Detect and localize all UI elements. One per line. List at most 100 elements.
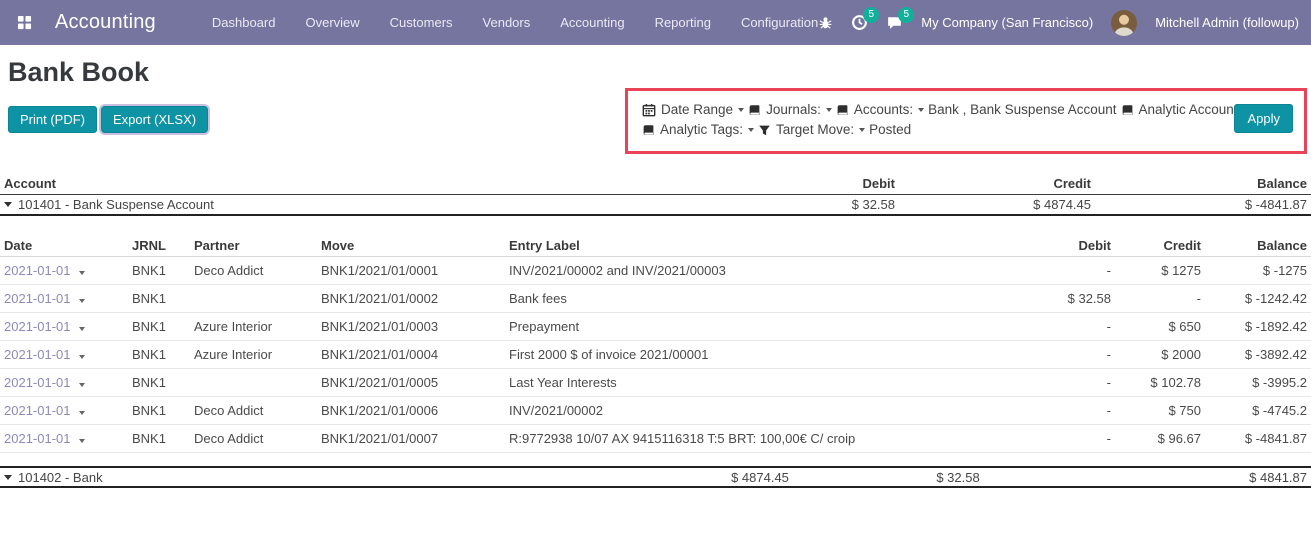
entry-label-cell: INV/2021/00002 <box>509 403 990 418</box>
account-balance: $ -4841.87 <box>1091 197 1307 212</box>
account-debit: $ 4874.45 <box>695 470 895 485</box>
account-summary-row-101401[interactable]: 101401 - Bank Suspense Account $ 32.58 $… <box>0 195 1311 216</box>
filter-target-move[interactable]: Target Move: Posted <box>758 120 911 140</box>
caret-down-icon[interactable] <box>79 299 85 303</box>
balance-cell: $ -4745.2 <box>1201 403 1307 418</box>
move-cell: BNK1/2021/01/0002 <box>321 291 509 306</box>
jrnl-cell: BNK1 <box>132 263 194 278</box>
caret-down-icon[interactable] <box>79 355 85 359</box>
apply-filters-button[interactable]: Apply <box>1234 104 1293 133</box>
filter-accounts[interactable]: Accounts: Bank , Bank Suspense Account <box>836 100 1117 120</box>
header-partner: Partner <box>194 238 321 253</box>
header-debit: Debit <box>990 238 1111 253</box>
collapse-caret-icon[interactable] <box>4 475 12 480</box>
jrnl-cell: BNK1 <box>132 319 194 334</box>
filter-date-range-label: Date Range <box>661 100 733 120</box>
credit-cell: $ 96.67 <box>1111 431 1201 446</box>
activities-clock-icon[interactable]: 5 <box>851 14 868 31</box>
header-debit: Debit <box>695 176 895 191</box>
move-cell: BNK1/2021/01/0005 <box>321 375 509 390</box>
menu-configuration[interactable]: Configuration <box>741 15 818 30</box>
bank-book-report: Account Debit Credit Balance 101401 - Ba… <box>0 172 1311 488</box>
table-row: 2021-01-01 BNK1 Deco Addict BNK1/2021/01… <box>0 425 1311 453</box>
debug-bug-icon[interactable] <box>818 15 833 30</box>
menu-accounting[interactable]: Accounting <box>560 15 624 30</box>
user-avatar[interactable] <box>1111 10 1137 36</box>
credit-cell: $ 102.78 <box>1111 375 1201 390</box>
filter-line-2: Analytic Tags: Target Move: Posted <box>642 120 1228 140</box>
balance-cell: $ -4841.87 <box>1201 431 1307 446</box>
table-row: 2021-01-01 BNK1 Azure Interior BNK1/2021… <box>0 341 1311 369</box>
header-credit: Credit <box>1111 238 1201 253</box>
messages-chat-icon[interactable]: 5 <box>886 14 903 31</box>
user-menu[interactable]: Mitchell Admin (followup) <box>1155 15 1299 30</box>
filter-analytic-accounts-label: Analytic Accounts: <box>1139 100 1249 120</box>
header-account: Account <box>4 176 695 191</box>
navbar-right: 5 5 My Company (San Francisco) Mitchell … <box>818 10 1299 36</box>
entry-label-cell: Prepayment <box>509 319 990 334</box>
calendar-icon <box>642 103 656 117</box>
collapse-caret-icon[interactable] <box>4 202 12 207</box>
move-cell: BNK1/2021/01/0007 <box>321 431 509 446</box>
jrnl-cell: BNK1 <box>132 347 194 362</box>
entry-label-cell: First 2000 $ of invoice 2021/00001 <box>509 347 990 362</box>
date-link[interactable]: 2021-01-01 <box>4 431 71 446</box>
company-switcher[interactable]: My Company (San Francisco) <box>921 15 1093 30</box>
caret-down-icon[interactable] <box>79 327 85 331</box>
account-debit: $ 32.58 <box>695 197 895 212</box>
summary-header-row: Account Debit Credit Balance <box>0 172 1311 195</box>
date-link[interactable]: 2021-01-01 <box>4 347 71 362</box>
menu-customers[interactable]: Customers <box>390 15 453 30</box>
app-window: Accounting Dashboard Overview Customers … <box>0 0 1311 552</box>
apps-menu-icon[interactable] <box>12 9 37 37</box>
partner-cell: Deco Addict <box>194 431 321 446</box>
menu-vendors[interactable]: Vendors <box>483 15 531 30</box>
page-title: Bank Book <box>8 57 1311 88</box>
credit-cell: - <box>1111 291 1201 306</box>
book-icon <box>836 104 849 117</box>
account-name: 101401 - Bank Suspense Account <box>18 197 214 212</box>
entry-label-cell: Bank fees <box>509 291 990 306</box>
account-name: 101402 - Bank <box>18 470 103 485</box>
activities-badge: 5 <box>863 7 879 23</box>
account-balance: $ 4841.87 <box>1091 470 1307 485</box>
caret-down-icon[interactable] <box>79 383 85 387</box>
date-link[interactable]: 2021-01-01 <box>4 403 71 418</box>
journal-lines-table: Date JRNL Partner Move Entry Label Debit… <box>0 235 1311 453</box>
caret-down-icon[interactable] <box>79 411 85 415</box>
partner-cell: Deco Addict <box>194 263 321 278</box>
menu-dashboard[interactable]: Dashboard <box>212 15 276 30</box>
book-icon <box>748 104 761 117</box>
print-pdf-button[interactable]: Print (PDF) <box>8 106 97 133</box>
caret-down-icon[interactable] <box>79 271 85 275</box>
header-date: Date <box>4 238 132 253</box>
filter-accounts-value: Bank , Bank Suspense Account <box>928 100 1116 120</box>
jrnl-cell: BNK1 <box>132 291 194 306</box>
partner-cell: Azure Interior <box>194 319 321 334</box>
menu-reporting[interactable]: Reporting <box>655 15 711 30</box>
book-icon <box>1121 104 1134 117</box>
account-credit: $ 32.58 <box>895 470 1091 485</box>
date-link[interactable]: 2021-01-01 <box>4 375 71 390</box>
caret-down-icon[interactable] <box>79 439 85 443</box>
table-row: 2021-01-01 BNK1 Deco Addict BNK1/2021/01… <box>0 397 1311 425</box>
lines-header-row: Date JRNL Partner Move Entry Label Debit… <box>0 235 1311 257</box>
book-icon <box>642 124 655 137</box>
filter-journals[interactable]: Journals: <box>748 100 832 120</box>
filter-date-range[interactable]: Date Range <box>642 100 744 120</box>
account-summary-row-101402[interactable]: 101402 - Bank $ 4874.45 $ 32.58 $ 4841.8… <box>0 466 1311 488</box>
date-link[interactable]: 2021-01-01 <box>4 291 71 306</box>
date-link[interactable]: 2021-01-01 <box>4 319 71 334</box>
caret-down-icon <box>738 108 744 112</box>
debit-cell: - <box>990 263 1111 278</box>
export-xlsx-button[interactable]: Export (XLSX) <box>101 106 208 133</box>
filter-analytic-tags[interactable]: Analytic Tags: <box>642 120 754 140</box>
table-row: 2021-01-01 BNK1 BNK1/2021/01/0005 Last Y… <box>0 369 1311 397</box>
move-cell: BNK1/2021/01/0006 <box>321 403 509 418</box>
credit-cell: $ 1275 <box>1111 263 1201 278</box>
date-link[interactable]: 2021-01-01 <box>4 263 71 278</box>
menu-overview[interactable]: Overview <box>305 15 359 30</box>
filter-funnel-icon <box>758 124 771 137</box>
debit-cell: $ 32.58 <box>990 291 1111 306</box>
table-row: 2021-01-01 BNK1 Deco Addict BNK1/2021/01… <box>0 257 1311 285</box>
